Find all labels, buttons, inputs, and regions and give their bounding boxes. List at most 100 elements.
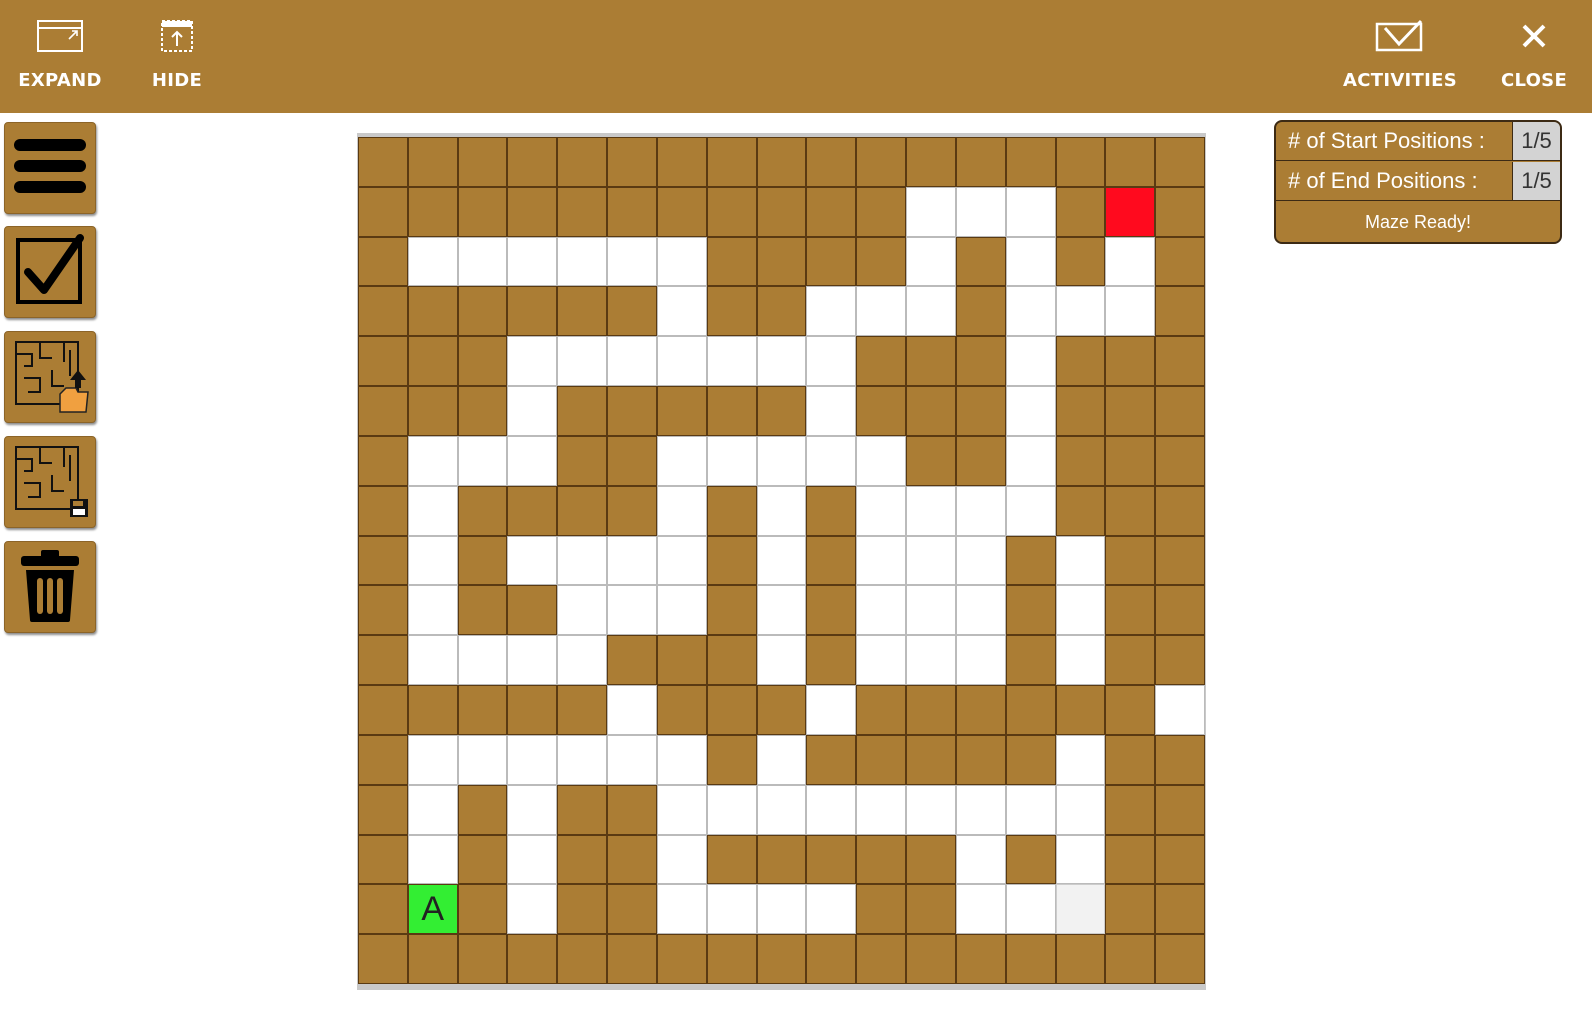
maze-wall-cell[interactable] [706, 236, 757, 287]
maze-path-cell[interactable] [756, 784, 807, 835]
maze-wall-cell[interactable] [1155, 934, 1205, 984]
maze-wall-cell[interactable] [358, 386, 408, 436]
maze-path-cell[interactable] [955, 585, 1006, 636]
maze-path-cell[interactable] [557, 236, 608, 287]
maze-wall-cell[interactable] [906, 336, 956, 387]
maze-path-cell[interactable] [756, 535, 807, 586]
maze-path-cell[interactable] [856, 435, 907, 486]
maze-wall-cell[interactable] [358, 336, 408, 387]
maze-wall-cell[interactable] [358, 186, 408, 237]
maze-path-cell[interactable] [1055, 884, 1106, 935]
maze-wall-cell[interactable] [856, 884, 907, 935]
maze-wall-cell[interactable] [1005, 834, 1056, 885]
maze-path-cell[interactable] [656, 784, 707, 835]
maze-wall-cell[interactable] [706, 934, 757, 984]
maze-wall-cell[interactable] [756, 286, 807, 337]
maze-wall-cell[interactable] [706, 386, 757, 436]
maze-path-cell[interactable] [706, 336, 757, 387]
load-maze-button[interactable] [4, 331, 96, 423]
maze-path-cell[interactable] [906, 286, 956, 337]
maze-wall-cell[interactable] [706, 485, 757, 536]
maze-path-cell[interactable] [906, 535, 956, 586]
validate-button[interactable] [4, 226, 96, 318]
maze-wall-cell[interactable] [358, 435, 408, 486]
maze-path-cell[interactable] [806, 336, 857, 387]
maze-wall-cell[interactable] [557, 834, 608, 885]
maze-wall-cell[interactable] [1105, 336, 1156, 387]
maze-wall-cell[interactable] [358, 884, 408, 935]
maze-wall-cell[interactable] [457, 934, 508, 984]
maze-path-cell[interactable] [906, 585, 956, 636]
maze-wall-cell[interactable] [1155, 535, 1205, 586]
maze-wall-cell[interactable] [806, 635, 857, 686]
maze-path-cell[interactable] [607, 535, 657, 586]
maze-path-cell[interactable] [1055, 585, 1106, 636]
maze-wall-cell[interactable] [358, 286, 408, 337]
maze-wall-cell[interactable] [507, 137, 558, 187]
maze-path-cell[interactable] [407, 635, 458, 686]
maze-path-cell[interactable] [407, 834, 458, 885]
maze-wall-cell[interactable] [656, 137, 707, 187]
maze-wall-cell[interactable] [906, 386, 956, 436]
maze-wall-cell[interactable] [607, 485, 657, 536]
maze-path-cell[interactable] [507, 386, 558, 436]
maze-wall-cell[interactable] [358, 834, 408, 885]
maze-path-cell[interactable] [1005, 336, 1056, 387]
maze-wall-cell[interactable] [756, 386, 807, 436]
maze-path-cell[interactable] [407, 236, 458, 287]
maze-wall-cell[interactable] [1055, 685, 1106, 735]
maze-wall-cell[interactable] [856, 685, 907, 735]
maze-wall-cell[interactable] [1005, 585, 1056, 636]
maze-wall-cell[interactable] [607, 635, 657, 686]
maze-path-cell[interactable] [1055, 535, 1106, 586]
maze-wall-cell[interactable] [407, 137, 458, 187]
maze-path-cell[interactable] [407, 784, 458, 835]
maze-path-cell[interactable] [806, 386, 857, 436]
maze-path-cell[interactable] [1055, 784, 1106, 835]
hide-button[interactable]: HIDE [142, 14, 212, 91]
maze-path-cell[interactable] [906, 186, 956, 237]
maze-wall-cell[interactable] [1055, 934, 1106, 984]
maze-wall-cell[interactable] [1105, 784, 1156, 835]
maze-path-cell[interactable] [407, 734, 458, 785]
maze-path-cell[interactable] [1005, 286, 1056, 337]
maze-wall-cell[interactable] [706, 137, 757, 187]
maze-path-cell[interactable] [1155, 685, 1205, 735]
maze-path-cell[interactable] [706, 784, 757, 835]
maze-wall-cell[interactable] [507, 186, 558, 237]
maze-path-cell[interactable] [1105, 236, 1156, 287]
maze-wall-cell[interactable] [1105, 535, 1156, 586]
maze-path-cell[interactable] [955, 635, 1006, 686]
maze-wall-cell[interactable] [1155, 734, 1205, 785]
maze-wall-cell[interactable] [407, 685, 458, 735]
maze-path-cell[interactable] [656, 485, 707, 536]
maze-wall-cell[interactable] [358, 635, 408, 686]
expand-button[interactable]: EXPAND [18, 14, 102, 91]
maze-wall-cell[interactable] [806, 485, 857, 536]
maze-path-cell[interactable] [557, 585, 608, 636]
maze-wall-cell[interactable] [557, 884, 608, 935]
maze-wall-cell[interactable] [358, 585, 408, 636]
maze-path-cell[interactable] [507, 435, 558, 486]
maze-wall-cell[interactable] [856, 934, 907, 984]
maze-wall-cell[interactable] [457, 386, 508, 436]
menu-button[interactable] [4, 122, 96, 214]
maze-wall-cell[interactable] [856, 236, 907, 287]
maze-path-cell[interactable] [806, 435, 857, 486]
maze-wall-cell[interactable] [407, 386, 458, 436]
maze-wall-cell[interactable] [1155, 884, 1205, 935]
maze-path-cell[interactable] [806, 784, 857, 835]
maze-end-cell[interactable] [1105, 186, 1156, 237]
maze-wall-cell[interactable] [706, 685, 757, 735]
maze-path-cell[interactable] [557, 336, 608, 387]
maze-path-cell[interactable] [656, 884, 707, 935]
maze-wall-cell[interactable] [1105, 585, 1156, 636]
maze-path-cell[interactable] [806, 286, 857, 337]
maze-wall-cell[interactable] [955, 934, 1006, 984]
maze-wall-cell[interactable] [1105, 137, 1156, 187]
maze-path-cell[interactable] [806, 884, 857, 935]
maze-wall-cell[interactable] [656, 635, 707, 686]
maze-wall-cell[interactable] [906, 884, 956, 935]
maze-wall-cell[interactable] [955, 286, 1006, 337]
maze-wall-cell[interactable] [856, 186, 907, 237]
